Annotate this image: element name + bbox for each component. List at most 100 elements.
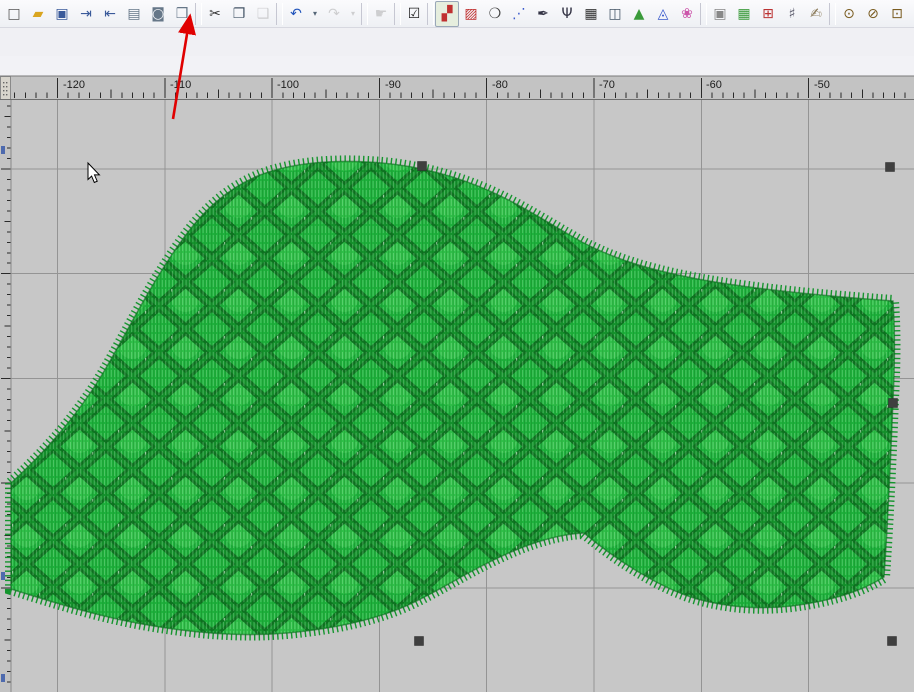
ruler-label--70: -70 [599,79,615,91]
zoom-in-icon[interactable]: ⊕ [909,1,914,27]
ruler-label--100: -100 [277,79,299,91]
capture-icon[interactable]: ❒ [170,1,194,27]
import-glyph: ⇥ [80,7,92,21]
pin-glyph: Ψ [561,7,572,21]
open-file-glyph: ▰ [33,7,44,21]
ruler-label--80: -80 [492,79,508,91]
image-glyph: ▣ [713,7,726,21]
fence-hatch-glyph: ♯ [789,7,796,21]
ruler-label--50: -50 [814,79,830,91]
fence-hatch-icon[interactable]: ♯ [780,1,804,27]
needle-glyph: ✒ [537,7,549,21]
red-hatch-glyph: ▨ [464,7,477,21]
open-file-icon[interactable]: ▰ [26,1,50,27]
table-icon[interactable]: ◫ [603,1,627,27]
paste-glyph: ❑ [257,7,270,21]
flower-image-icon[interactable]: ❀ [675,1,699,27]
print-glyph: ▤ [127,7,140,21]
copy-icon[interactable]: ❐ [227,1,251,27]
image-icon[interactable]: ▣ [708,1,732,27]
vertical-ruler [0,100,11,692]
landscape-glyph: ▲ [634,7,645,21]
capture-glyph: ❒ [176,7,189,21]
cut-glyph: ✂ [209,7,221,21]
ruler-label--90: -90 [385,79,401,91]
select-hand-glyph: ☛ [375,7,388,21]
landscape-icon[interactable]: ▲ [627,1,651,27]
toolbar-empty-strip [0,56,914,76]
new-file-icon[interactable]: □ [2,1,26,27]
mesh-grid-icon[interactable]: ▦ [579,1,603,27]
copy-glyph: ❐ [233,7,246,21]
selection-handle[interactable] [415,637,424,646]
pyramid-icon[interactable]: ◬ [651,1,675,27]
save-icon[interactable]: ▣ [50,1,74,27]
shape-outline-icon[interactable]: ❍ [483,1,507,27]
print-preview-icon[interactable]: ◙ [146,1,170,27]
red-hatch-icon[interactable]: ▨ [459,1,483,27]
toolbar-separator [394,3,401,25]
ruler-label--60: -60 [706,79,722,91]
zoom-previous-icon[interactable]: ⊘ [861,1,885,27]
stitch-patch-glyph: ▞ [442,7,453,21]
import-icon[interactable]: ⇥ [74,1,98,27]
toolbar-separator [361,3,368,25]
pin-icon[interactable]: Ψ [555,1,579,27]
undo-glyph: ↶ [290,7,302,21]
export-icon[interactable]: ⇤ [98,1,122,27]
mesh-grid-glyph: ▦ [584,7,597,21]
redo-icon[interactable]: ↷ [322,1,346,27]
checkbox-icon[interactable]: ☑ [402,1,426,27]
paste-icon[interactable]: ❑ [251,1,275,27]
toolbar-row-standard: □▰▣⇥⇤▤◙❒✂❐❑↶▾↷▾☛☑▞▨❍⋰✒Ψ▦◫▲◬❀▣▦⊞♯✍⊙⊘⊡⊕⊖ [0,0,914,28]
selection-handle[interactable] [418,162,427,171]
toolbar-separator [829,3,836,25]
horizontal-ruler-ticks [15,78,906,98]
cut-icon[interactable]: ✂ [203,1,227,27]
shape-outline-glyph: ❍ [489,7,502,21]
undo-caret-icon[interactable]: ▾ [308,1,322,27]
select-hand-icon[interactable]: ☛ [369,1,393,27]
zoom-1to1-icon[interactable]: ⊙ [837,1,861,27]
zoom-1to1-glyph: ⊙ [843,7,855,21]
color-grid-icon[interactable]: ▦ [732,1,756,27]
vertical-ruler-ticks [1,106,11,682]
stitch-patch-icon[interactable]: ▞ [435,1,459,27]
toolbar-separator [195,3,202,25]
checkbox-glyph: ☑ [408,7,421,21]
ruler-label--110: -110 [170,79,191,91]
redo-caret-icon[interactable]: ▾ [346,1,360,27]
table-glyph: ◫ [608,7,621,21]
flower-image-glyph: ❀ [681,7,693,21]
selection-handle[interactable] [889,399,898,408]
color-grid-glyph: ▦ [737,7,750,21]
pyramid-glyph: ◬ [658,7,669,21]
ruler-label--120: -120 [63,79,85,91]
print-preview-glyph: ◙ [151,7,165,21]
undo-caret-glyph: ▾ [313,10,317,18]
horizontal-ruler [0,76,914,100]
toolbar-separator [427,3,434,25]
horizontal-ruler-labels: -120 -110 -100 -90 -80 -70 -60 -50 [63,79,830,91]
zoom-window-icon[interactable]: ⊡ [885,1,909,27]
toolbar-separator [276,3,283,25]
dotted-curve-icon[interactable]: ⋰ [507,1,531,27]
zoom-window-glyph: ⊡ [891,7,903,21]
toolbar-separator [700,3,707,25]
parameters-glyph: ⊞ [762,7,774,21]
properties-glyph: ✍ [810,7,822,21]
parameters-icon[interactable]: ⊞ [756,1,780,27]
save-glyph: ▣ [55,7,68,21]
properties-icon[interactable]: ✍ [804,1,828,27]
print-icon[interactable]: ▤ [122,1,146,27]
vertical-ruler-label-marks [1,146,5,682]
selection-handle[interactable] [886,163,895,172]
export-glyph: ⇤ [104,7,116,21]
redo-caret-glyph: ▾ [351,10,355,18]
dotted-curve-glyph: ⋰ [512,7,526,21]
ruler-corner-button[interactable] [1,77,11,100]
new-file-glyph: □ [7,7,20,21]
needle-icon[interactable]: ✒ [531,1,555,27]
undo-icon[interactable]: ↶ [284,1,308,27]
selection-handle[interactable] [888,637,897,646]
